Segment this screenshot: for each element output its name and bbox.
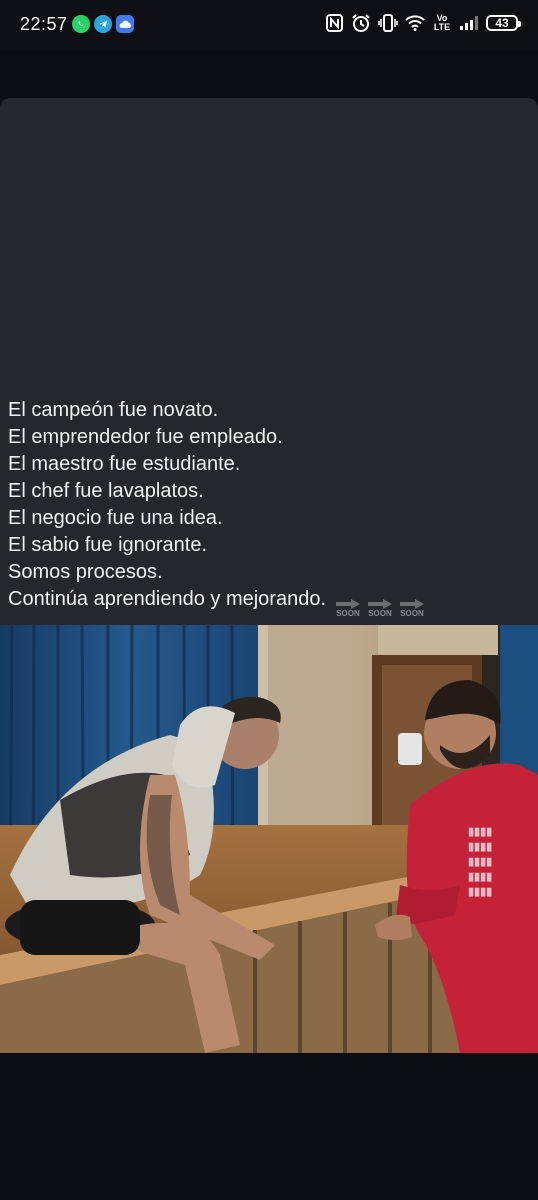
post-line: El maestro fue estudiante.	[8, 453, 241, 475]
soon-label: SOON	[336, 609, 360, 618]
telegram-icon	[94, 15, 112, 33]
post-line: El chef fue lavaplatos.	[8, 480, 204, 502]
soon-mark: SOON	[398, 599, 426, 618]
post-line: El campeón fue novato.	[8, 399, 219, 421]
sweatshirt-print: ▮▮▮▮	[468, 871, 492, 883]
sweatshirt-print: ▮▮▮▮	[468, 886, 492, 898]
whatsapp-icon	[72, 15, 90, 33]
photo-image: ▮▮▮▮ ▮▮▮▮ ▮▮▮▮ ▮▮▮▮ ▮▮▮▮	[0, 625, 538, 1053]
status-time: 22:57	[20, 14, 68, 34]
notification-icons	[72, 15, 134, 33]
soon-mark: SOON	[334, 599, 362, 618]
cloud-icon	[116, 15, 134, 33]
sweatshirt-print: ▮▮▮▮	[468, 841, 492, 853]
status-bar: 22:57 Vo LTE 43	[0, 0, 538, 50]
arrow-right-icon	[400, 599, 424, 609]
post-line: El sabio fue ignorante.	[8, 534, 208, 556]
status-indicators: Vo LTE 43	[324, 12, 521, 34]
soon-label: SOON	[400, 609, 424, 618]
volte-icon: Vo LTE	[432, 12, 452, 34]
sweatshirt-print: ▮▮▮▮	[468, 856, 492, 868]
wifi-icon	[405, 12, 425, 34]
alarm-icon	[351, 12, 371, 34]
post-line-last: Continúa aprendiendo y mejorando. SOON SOO…	[8, 586, 528, 618]
signal-icon	[459, 12, 479, 34]
post-line: Somos procesos.	[8, 561, 163, 583]
arrow-right-icon	[336, 599, 360, 609]
soon-mark: SOON	[366, 599, 394, 618]
soon-label: SOON	[368, 609, 392, 618]
post-text: El campeón fue novato. El emprendedor fu…	[8, 397, 528, 618]
post-line-text: Continúa aprendiendo y mejorando.	[8, 588, 326, 610]
arrow-right-icon	[368, 599, 392, 609]
bottom-empty-area	[0, 1053, 538, 1200]
post-line: El negocio fue una idea.	[8, 507, 223, 529]
volte-bottom-label: LTE	[433, 22, 451, 32]
post-photo[interactable]: ▮▮▮▮ ▮▮▮▮ ▮▮▮▮ ▮▮▮▮ ▮▮▮▮	[0, 625, 538, 1053]
sweatshirt-print: ▮▮▮▮	[468, 826, 492, 838]
post-line: El emprendedor fue empleado.	[8, 426, 283, 448]
nfc-icon	[324, 12, 344, 34]
vibrate-icon	[378, 12, 398, 34]
battery-indicator: 43	[486, 15, 521, 31]
soon-watermark: SOON SOON SOON	[334, 599, 426, 618]
